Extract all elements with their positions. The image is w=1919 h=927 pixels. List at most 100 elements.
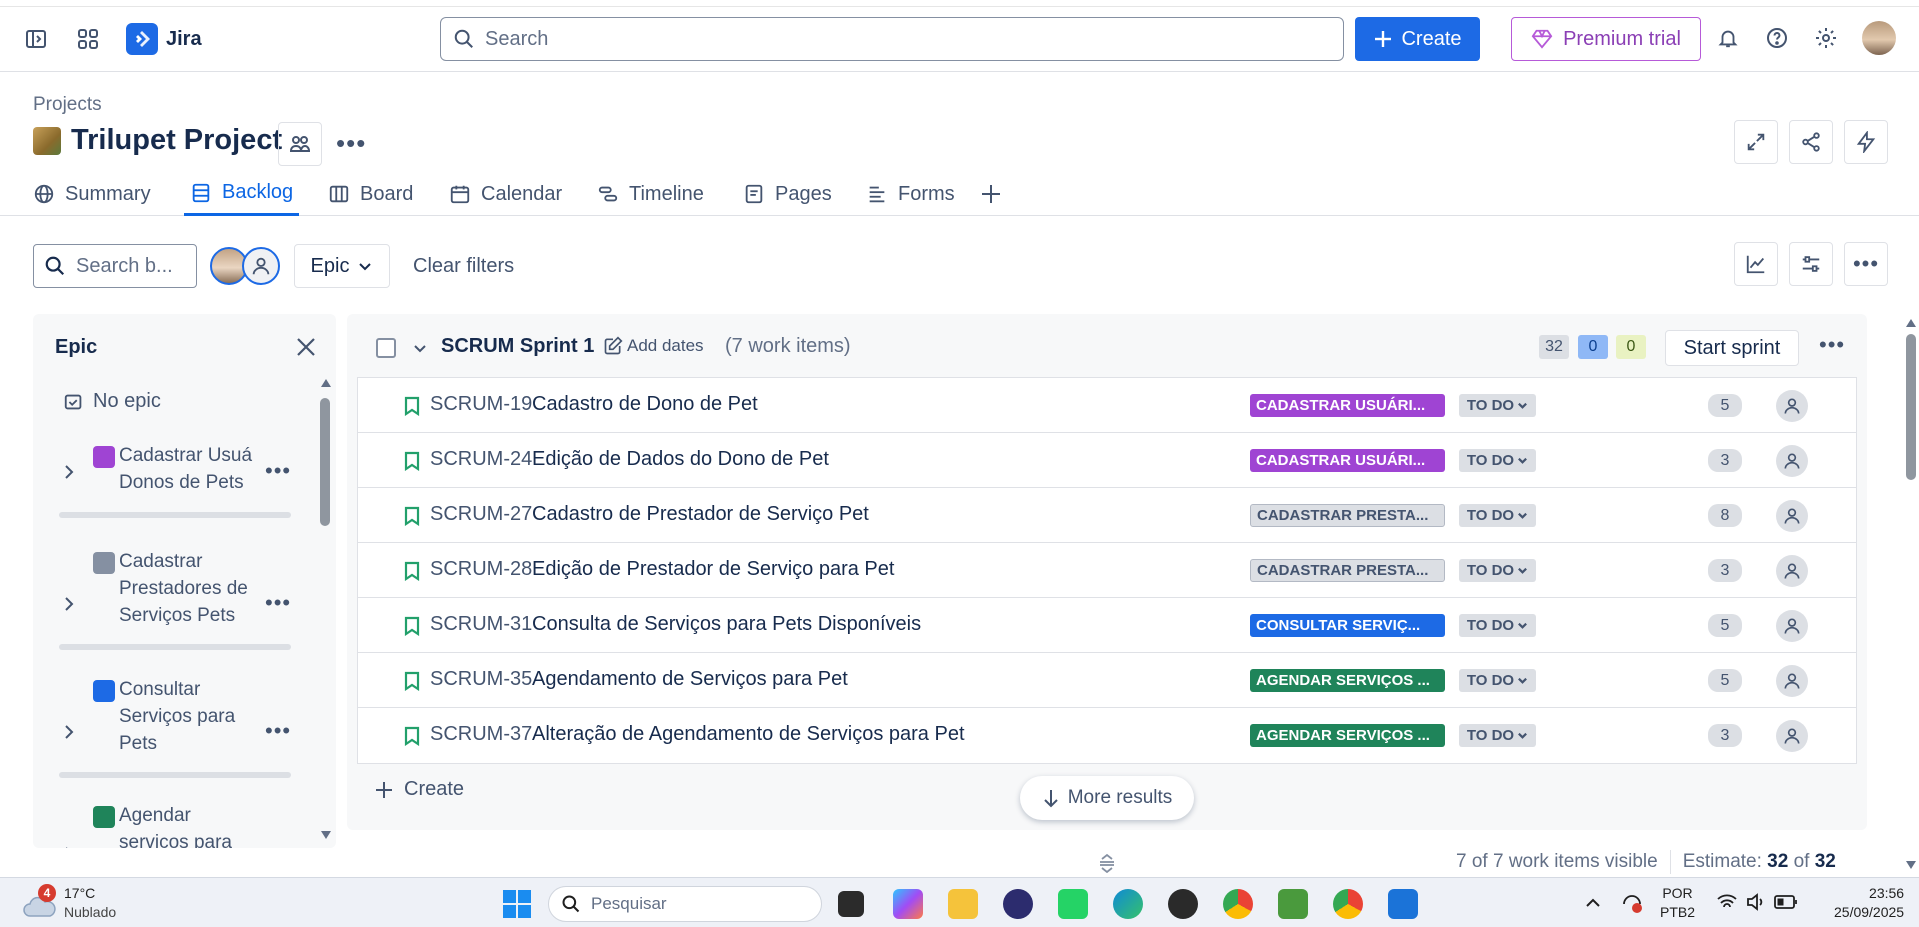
assignee-avatar[interactable] [1776, 555, 1808, 587]
app-switcher-icon[interactable] [74, 25, 102, 53]
sprint-select-checkbox[interactable] [376, 338, 396, 358]
global-search-input[interactable]: Search [440, 17, 1344, 61]
edge-icon[interactable] [1113, 889, 1143, 919]
story-points-badge[interactable]: 5 [1708, 669, 1742, 692]
task-view-icon[interactable] [838, 891, 864, 917]
share-button[interactable] [1789, 120, 1833, 164]
start-sprint-button[interactable]: Start sprint [1665, 330, 1799, 366]
issue-row[interactable]: SCRUM-37 Alteração de Agendamento de Ser… [358, 708, 1856, 763]
eclipse-icon[interactable] [1003, 889, 1033, 919]
assignee-avatar[interactable] [1776, 720, 1808, 752]
issue-summary[interactable]: Consulta de Serviços para Pets Disponíve… [532, 613, 921, 636]
issue-epic-lozenge[interactable]: CONSULTAR SERVIÇ... [1250, 614, 1445, 637]
chevron-down-icon[interactable] [412, 341, 428, 357]
chevron-right-icon[interactable] [61, 464, 77, 480]
sprint-more-icon[interactable]: ••• [1819, 332, 1845, 358]
tab-forms[interactable]: Forms [866, 172, 955, 216]
issue-status-dropdown[interactable]: TO DO [1459, 559, 1536, 582]
issue-row[interactable]: SCRUM-28 Edição de Prestador de Serviço … [358, 543, 1856, 598]
story-points-badge[interactable]: 5 [1708, 614, 1742, 637]
resize-handle-icon[interactable] [1098, 853, 1116, 873]
issue-row[interactable]: SCRUM-24 Edição de Dados do Dono de Pet … [358, 433, 1856, 488]
obs-icon[interactable] [1168, 889, 1198, 919]
issue-epic-lozenge[interactable]: CADASTRAR PRESTA... [1250, 504, 1445, 527]
story-points-badge[interactable]: 3 [1708, 449, 1742, 472]
page-scroll-up-icon[interactable] [1905, 318, 1917, 328]
fullscreen-button[interactable] [1734, 120, 1778, 164]
issue-epic-lozenge[interactable]: AGENDAR SERVIÇOS ... [1250, 724, 1445, 747]
close-icon[interactable] [295, 336, 317, 358]
help-icon[interactable] [1762, 23, 1792, 53]
epic-panel-scrollbar[interactable] [320, 398, 330, 526]
issue-summary[interactable]: Edição de Dados do Dono de Pet [532, 448, 829, 471]
add-dates-button[interactable]: Add dates [603, 336, 704, 356]
tab-timeline[interactable]: Timeline [597, 172, 704, 216]
project-more-actions-icon[interactable]: ••• [336, 128, 366, 159]
network-error-icon[interactable] [1620, 892, 1644, 914]
file-explorer-icon[interactable] [948, 889, 978, 919]
volume-icon[interactable] [1745, 892, 1767, 912]
view-settings-button[interactable] [1789, 242, 1833, 286]
more-results-button[interactable]: More results [1020, 776, 1194, 820]
issue-status-dropdown[interactable]: TO DO [1459, 394, 1536, 417]
tab-summary[interactable]: Summary [33, 172, 151, 216]
issue-row[interactable]: SCRUM-31 Consulta de Serviços para Pets … [358, 598, 1856, 653]
issue-status-dropdown[interactable]: TO DO [1459, 504, 1536, 527]
issue-key[interactable]: SCRUM-27 [430, 503, 532, 526]
tab-backlog[interactable]: Backlog [184, 172, 300, 216]
story-points-badge[interactable]: 8 [1708, 504, 1742, 527]
page-scroll-down-icon[interactable] [1905, 860, 1917, 870]
clear-filters-button[interactable]: Clear filters [413, 244, 514, 288]
weather-widget[interactable]: 4 17°C Nublado [22, 884, 116, 922]
settings-gear-icon[interactable] [1811, 23, 1841, 53]
issue-key[interactable]: SCRUM-19 [430, 393, 532, 416]
clock[interactable]: 23:56 25/09/2025 [1834, 884, 1904, 922]
backlog-search-input[interactable]: Search b... [33, 244, 197, 288]
notifications-bell-icon[interactable] [1713, 23, 1743, 53]
epic-filter-dropdown[interactable]: Epic [294, 244, 390, 288]
tab-calendar[interactable]: Calendar [449, 172, 562, 216]
team-people-button[interactable] [278, 122, 322, 166]
issue-status-dropdown[interactable]: TO DO [1459, 724, 1536, 747]
issue-status-dropdown[interactable]: TO DO [1459, 614, 1536, 637]
automation-button[interactable] [1844, 120, 1888, 164]
epic-more-icon[interactable]: ••• [265, 718, 291, 744]
issue-epic-lozenge[interactable]: AGENDAR SERVIÇOS ... [1250, 669, 1445, 692]
epic-more-icon[interactable]: ••• [265, 590, 291, 616]
chevron-right-icon[interactable] [61, 596, 77, 612]
user-avatar[interactable] [1862, 21, 1896, 55]
tab-pages[interactable]: Pages [743, 172, 832, 216]
issue-summary[interactable]: Cadastro de Dono de Pet [532, 393, 758, 416]
issue-summary[interactable]: Cadastro de Prestador de Serviço Pet [532, 503, 869, 526]
issue-row[interactable]: SCRUM-27 Cadastro de Prestador de Serviç… [358, 488, 1856, 543]
scroll-down-arrow-icon[interactable] [320, 830, 332, 840]
issue-epic-lozenge[interactable]: CADASTRAR USUÁRI... [1250, 394, 1445, 417]
issue-key[interactable]: SCRUM-37 [430, 723, 532, 746]
assignee-avatar[interactable] [1776, 500, 1808, 532]
issue-status-dropdown[interactable]: TO DO [1459, 669, 1536, 692]
sidebar-toggle-icon[interactable] [22, 25, 50, 53]
story-points-badge[interactable]: 5 [1708, 394, 1742, 417]
assignee-avatar[interactable] [1776, 390, 1808, 422]
story-points-badge[interactable]: 3 [1708, 724, 1742, 747]
jira-logo[interactable]: Jira [126, 23, 202, 55]
add-tab-button[interactable] [980, 172, 1002, 216]
chevron-right-icon[interactable] [61, 724, 77, 740]
more-actions-icon[interactable]: ••• [1844, 242, 1888, 286]
breadcrumb-projects[interactable]: Projects [33, 94, 102, 116]
create-issue-button[interactable]: Create [374, 778, 464, 801]
issue-row[interactable]: SCRUM-19 Cadastro de Dono de Pet CADASTR… [358, 378, 1856, 433]
assignee-avatar[interactable] [1776, 665, 1808, 697]
chrome-icon[interactable] [1223, 889, 1253, 919]
assignee-avatar[interactable] [1776, 445, 1808, 477]
issue-key[interactable]: SCRUM-24 [430, 448, 532, 471]
create-button[interactable]: Create [1355, 17, 1480, 61]
wifi-icon[interactable] [1716, 892, 1738, 912]
assignee-avatar[interactable] [1776, 610, 1808, 642]
issue-row[interactable]: SCRUM-35 Agendamento de Serviços para Pe… [358, 653, 1856, 708]
battery-icon[interactable] [1774, 894, 1798, 910]
epic-more-icon[interactable]: ••• [265, 458, 291, 484]
issue-summary[interactable]: Agendamento de Serviços para Pet [532, 668, 848, 691]
issue-key[interactable]: SCRUM-31 [430, 613, 532, 636]
issue-status-dropdown[interactable]: TO DO [1459, 449, 1536, 472]
